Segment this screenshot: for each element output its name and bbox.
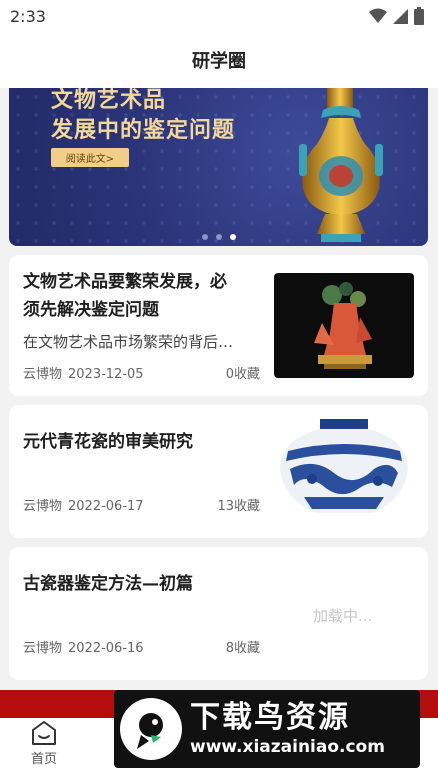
image-loading-text: 加载中...: [313, 607, 373, 625]
article-title-line1: 文物艺术品要繁荣发展，必: [23, 272, 227, 292]
article-card[interactable]: 古瓷器鉴定方法—初篇 加载中... 云博物 2022-06-16 8收藏: [9, 547, 428, 680]
article-meta: 云博物 2023-12-05: [23, 363, 144, 382]
article-favorites: 13收藏: [217, 499, 260, 514]
tab-home[interactable]: 首页: [0, 720, 88, 778]
banner-carousel[interactable]: 文物艺术品 发展中的鉴定问题 阅读此文>: [9, 88, 428, 246]
tab-label: 首页: [30, 752, 57, 767]
article-source: 云博物: [23, 367, 63, 382]
banner-title-line2: 发展中的鉴定问题: [51, 117, 236, 143]
article-source: 云博物: [23, 641, 63, 656]
carousel-dot[interactable]: [201, 234, 208, 240]
watermark-url: www.xiazainiao.com: [190, 737, 385, 757]
signal-icon: [393, 9, 408, 24]
article-title: 元代青花瓷的审美研究: [23, 432, 193, 452]
blue-white-porcelain-jar-image: [274, 417, 414, 522]
article-meta: 云博物 2022-06-16: [23, 637, 144, 656]
page-title: 研学圈: [192, 51, 246, 72]
article-date: 2022-06-16: [68, 641, 144, 656]
article-source: 云博物: [23, 499, 63, 514]
wifi-icon: [369, 8, 387, 23]
banner-read-button[interactable]: 阅读此文>: [51, 148, 129, 167]
watermark-title: 下载鸟资源: [190, 700, 350, 735]
coral-sculpture-image: [274, 273, 414, 378]
vase-image: [299, 88, 383, 242]
article-favorites: 8收藏: [225, 641, 260, 656]
watermark-overlay: 下载鸟资源 www.xiazainiao.com: [114, 690, 420, 768]
nav-bar: 研学圈: [0, 32, 438, 88]
article-card[interactable]: 文物艺术品要繁荣发展，必 须先解决鉴定问题 在文物艺术品市场繁荣的背后… 云博物…: [9, 255, 428, 396]
home-icon: [32, 721, 56, 745]
article-date: 2022-06-17: [68, 499, 144, 514]
article-favorites: 0收藏: [225, 367, 260, 382]
bird-logo-icon: [120, 698, 182, 760]
article-title-line2: 须先解决鉴定问题: [23, 300, 159, 320]
article-meta: 云博物 2022-06-17: [23, 495, 144, 514]
carousel-dots: [9, 234, 428, 240]
battery-icon: [414, 7, 424, 25]
article-summary: 在文物艺术品市场繁荣的背后…: [23, 333, 234, 351]
watermark-texts: 下载鸟资源 www.xiazainiao.com: [190, 700, 385, 758]
article-date: 2023-12-05: [68, 367, 144, 382]
carousel-dot[interactable]: [215, 234, 222, 240]
status-icons: [369, 7, 424, 25]
status-time: 2:33: [10, 6, 46, 26]
article-card[interactable]: 元代青花瓷的审美研究 云博物 2022-06-17 13收藏: [9, 405, 428, 538]
article-title: 古瓷器鉴定方法—初篇: [23, 574, 193, 594]
carousel-dot-active[interactable]: [229, 234, 236, 240]
banner-title-line1: 文物艺术品: [51, 88, 167, 113]
status-bar: 2:33: [0, 0, 438, 32]
